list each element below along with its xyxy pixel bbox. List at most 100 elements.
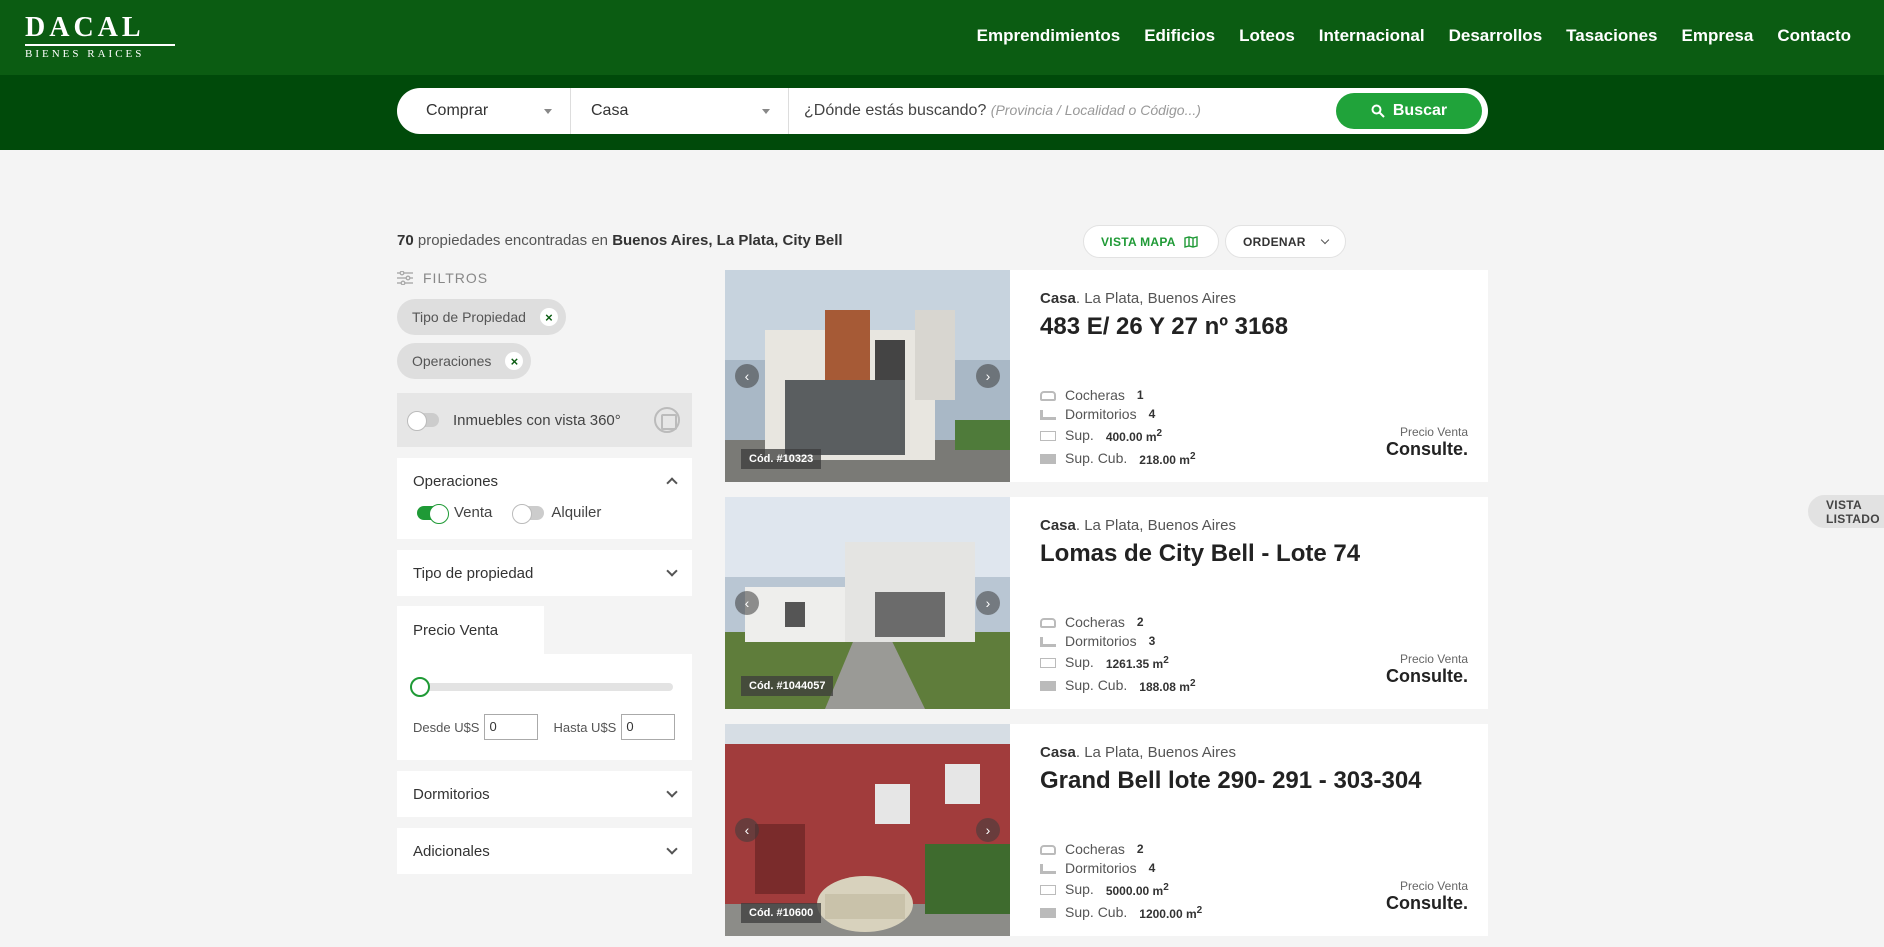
alquiler-toggle[interactable] <box>512 503 545 524</box>
dormitorios-value: 3 <box>1148 634 1156 648</box>
listing-card[interactable]: ‹ › Cód. #10323 Casa. La Plata, Buenos A… <box>725 270 1488 482</box>
adicionales-panel[interactable]: Adicionales <box>397 828 692 874</box>
sliders-icon <box>397 271 413 285</box>
location-text: . La Plata, Buenos Aires <box>1075 290 1236 307</box>
alquiler-option[interactable]: Alquiler <box>512 503 601 524</box>
operation-select[interactable]: Comprar <box>397 88 571 134</box>
location-search-input[interactable]: ¿Dónde estás buscando? (Provincia / Loca… <box>789 102 1336 120</box>
listing-title[interactable]: 483 E/ 26 Y 27 nº 3168 <box>1040 313 1468 341</box>
feature-sup: Sup. 5000.00 m2 <box>1040 878 1202 901</box>
order-dropdown[interactable]: ORDENAR <box>1225 225 1346 258</box>
nav-tasaciones[interactable]: Tasaciones <box>1566 26 1657 46</box>
listing-card[interactable]: ‹ › Cód. #1044057 Casa. La Plata, Buenos… <box>725 497 1488 709</box>
supcub-value: 188.08 m2 <box>1139 678 1196 694</box>
listing-card[interactable]: ‹ › Cód. #10600 Casa. La Plata, Buenos A… <box>725 724 1488 936</box>
prev-photo-button[interactable]: ‹ <box>735 818 759 842</box>
feature-dormitorios: Dormitorios 4 <box>1040 859 1202 878</box>
tipo-propiedad-header[interactable]: Tipo de propiedad <box>397 550 692 596</box>
car-icon <box>1040 390 1056 401</box>
search-hint: (Provincia / Localidad o Código...) <box>990 102 1201 118</box>
desde-label: Desde U$S <box>413 719 480 735</box>
operaciones-options: Venta Alquiler <box>397 503 692 539</box>
supcub-label: Sup. Cub. <box>1065 904 1128 920</box>
caret-down-icon <box>544 108 552 114</box>
vista360-label: Inmuebles con vista 360° <box>453 411 621 429</box>
brand-tagline: BIENES RAICES <box>25 48 145 60</box>
venta-toggle[interactable] <box>417 503 449 524</box>
dormitorios-panel[interactable]: Dormitorios <box>397 771 692 817</box>
property-type: Casa <box>1040 744 1076 761</box>
cocheras-label: Cocheras <box>1065 614 1125 630</box>
filters-sidebar: FILTROS Tipo de Propiedad × Operaciones … <box>397 265 692 874</box>
area-icon <box>1040 430 1056 441</box>
next-photo-button[interactable]: › <box>976 364 1000 388</box>
listing-price: Precio Venta Consulte. <box>1386 425 1468 460</box>
car-icon <box>1040 617 1056 628</box>
close-icon[interactable]: × <box>539 308 558 326</box>
chip-label: Operaciones <box>412 353 492 369</box>
sup-value: 400.00 m2 <box>1105 428 1163 444</box>
price-label: Precio Venta <box>1399 652 1468 666</box>
operaciones-header[interactable]: Operaciones <box>397 458 692 504</box>
map-view-button[interactable]: VISTA MAPA <box>1083 225 1219 258</box>
price-slider-handle[interactable] <box>410 677 430 697</box>
listing-location: Casa. La Plata, Buenos Aires <box>1040 290 1468 307</box>
property-code: Cód. #1044057 <box>741 676 834 696</box>
sup-label: Sup. <box>1065 654 1094 670</box>
adicionales-header[interactable]: Adicionales <box>397 828 692 874</box>
nav-desarrollos[interactable]: Desarrollos <box>1449 26 1543 46</box>
dormitorios-title: Dormitorios <box>413 785 490 803</box>
listing-title[interactable]: Grand Bell lote 290- 291 - 303-304 <box>1040 767 1468 795</box>
venta-label: Venta <box>454 504 493 521</box>
search-button-label: Buscar <box>1392 102 1448 119</box>
price-slider-track[interactable] <box>417 683 673 691</box>
property-type-select[interactable]: Casa <box>571 88 789 134</box>
tipo-propiedad-title: Tipo de propiedad <box>413 564 534 582</box>
hasta-label: Hasta U$S <box>553 719 617 735</box>
cocheras-label: Cocheras <box>1065 841 1125 857</box>
covered-area-icon <box>1040 907 1056 918</box>
listing-location: Casa. La Plata, Buenos Aires <box>1040 517 1468 534</box>
sup-number: 5000.00 m <box>1105 884 1164 898</box>
supcub-number: 188.08 m <box>1139 680 1190 694</box>
price-value: Consulte. <box>1385 893 1468 913</box>
precio-venta-tab[interactable]: Precio Venta <box>397 606 544 654</box>
nav-empresa[interactable]: Empresa <box>1682 26 1754 46</box>
vista360-toggle[interactable] <box>407 411 439 431</box>
chevron-down-icon <box>1320 235 1330 244</box>
listing-photo[interactable]: ‹ › Cód. #10600 <box>725 724 1010 936</box>
listing-price: Precio Venta Consulte. <box>1386 879 1468 914</box>
chip-operaciones: Operaciones × <box>397 343 532 379</box>
venta-option[interactable]: Venta <box>417 503 493 524</box>
brand-logo[interactable]: DACAL BIENES RAICES <box>25 14 175 60</box>
listing-photo[interactable]: ‹ › Cód. #1044057 <box>725 497 1010 709</box>
nav-emprendimientos[interactable]: Emprendimientos <box>977 26 1121 46</box>
list-view-button[interactable]: VISTA LISTADO <box>1808 495 1884 528</box>
next-photo-button[interactable]: › <box>976 591 1000 615</box>
dormitorios-label: Dormitorios <box>1065 633 1137 649</box>
property-code: Cód. #10323 <box>741 449 822 469</box>
close-icon[interactable]: × <box>505 352 524 370</box>
prev-photo-button[interactable]: ‹ <box>735 364 759 388</box>
view-controls: VISTA MAPA VISTA LISTADO ORDENAR <box>1083 225 1884 528</box>
property-type: Casa <box>1040 290 1076 307</box>
nav-loteos[interactable]: Loteos <box>1239 26 1295 46</box>
desde-input[interactable]: 0 <box>484 714 539 740</box>
tipo-propiedad-panel[interactable]: Tipo de propiedad <box>397 550 692 596</box>
listing-title[interactable]: Lomas de City Bell - Lote 74 <box>1040 540 1468 568</box>
listing-photo[interactable]: ‹ › Cód. #10323 <box>725 270 1010 482</box>
next-photo-button[interactable]: › <box>976 818 1000 842</box>
sup-label: Sup. <box>1065 427 1094 443</box>
nav-edificios[interactable]: Edificios <box>1144 26 1215 46</box>
precio-venta-label: Precio Venta <box>413 621 499 639</box>
listing-info: Casa. La Plata, Buenos Aires Grand Bell … <box>1010 724 1488 936</box>
feature-supcub: Sup. Cub. 1200.00 m2 <box>1040 901 1202 924</box>
prev-photo-button[interactable]: ‹ <box>735 591 759 615</box>
operation-value: Comprar <box>426 102 489 119</box>
hasta-input[interactable]: 0 <box>621 714 676 740</box>
top-header: DACAL BIENES RAICES Emprendimientos Edif… <box>0 0 1884 75</box>
nav-contacto[interactable]: Contacto <box>1777 26 1851 46</box>
dormitorios-header[interactable]: Dormitorios <box>397 771 692 817</box>
search-button[interactable]: Buscar <box>1336 93 1482 129</box>
nav-internacional[interactable]: Internacional <box>1319 26 1425 46</box>
